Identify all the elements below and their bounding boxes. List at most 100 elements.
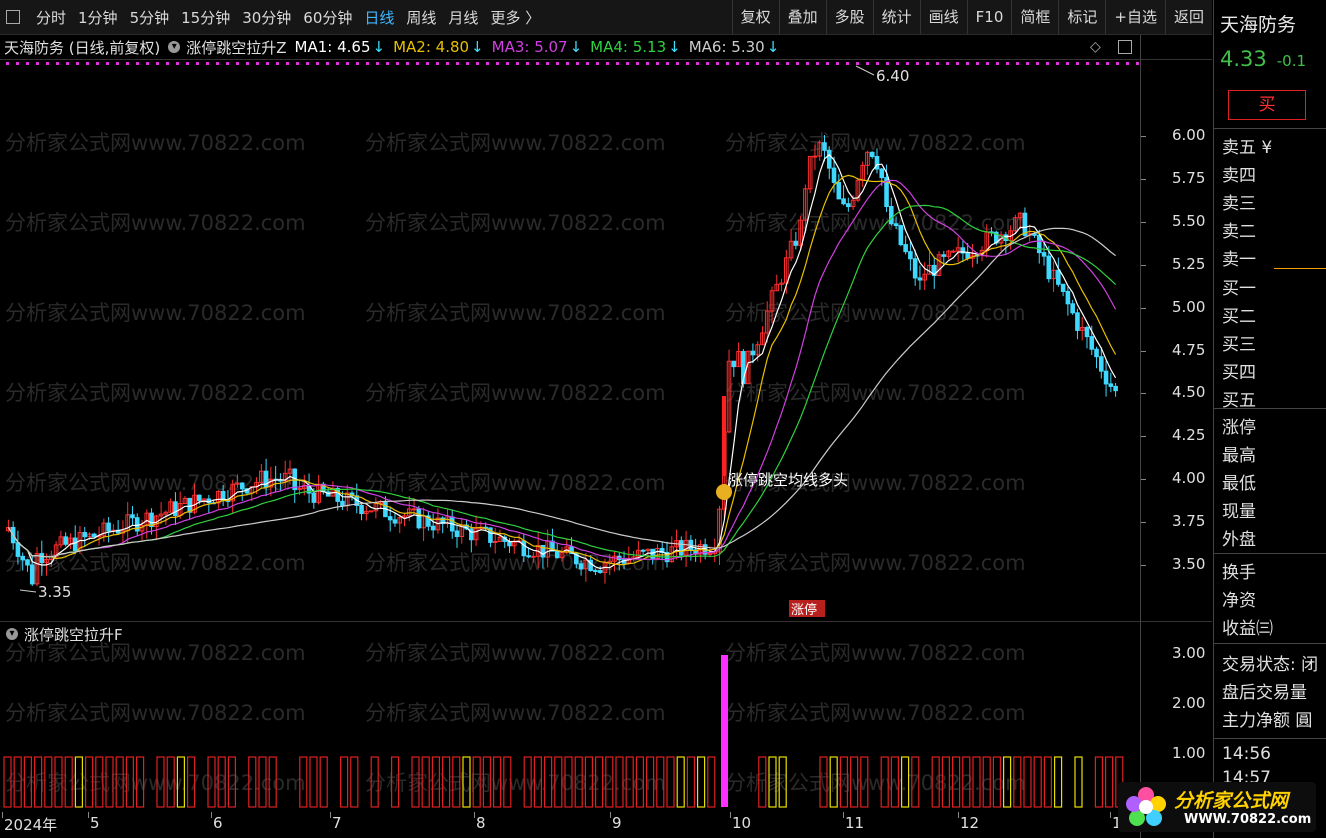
window-icon[interactable] xyxy=(1118,40,1132,54)
dotted-marker xyxy=(806,62,809,65)
tool-button-7[interactable]: 标记 xyxy=(1058,0,1105,34)
dotted-marker xyxy=(546,62,549,65)
watermark-text: 分析家公式网www.70822.com xyxy=(365,641,666,665)
tool-button-5[interactable]: F10 xyxy=(966,0,1012,34)
dotted-marker xyxy=(226,62,229,65)
dotted-marker xyxy=(816,62,819,65)
sub-y-tick-label: 3.00 xyxy=(1172,644,1206,662)
period-tab-6[interactable]: 日线 xyxy=(358,7,400,28)
dotted-marker xyxy=(766,62,769,65)
period-tab-8[interactable]: 月线 xyxy=(442,7,484,28)
sell-level-4[interactable]: 卖四 xyxy=(1222,161,1256,186)
info-row: 收益㈢ xyxy=(1222,619,1273,639)
candle-body xyxy=(387,516,393,521)
dotted-marker xyxy=(1046,62,1049,65)
period-tab-1[interactable]: 1分钟 xyxy=(72,7,124,28)
tool-button-8[interactable]: +自选 xyxy=(1105,0,1165,34)
sell-level-1[interactable]: 卖一 xyxy=(1222,245,1256,270)
dotted-marker xyxy=(956,62,959,65)
y-tick-label: 4.25 xyxy=(1172,426,1206,445)
period-tab-2[interactable]: 5分钟 xyxy=(124,7,176,28)
period-tab-9[interactable]: 更多 〉 xyxy=(484,7,546,28)
sub-bar xyxy=(1043,756,1053,808)
sell-level-3[interactable]: 卖三 xyxy=(1222,189,1256,214)
candle-body xyxy=(836,181,842,200)
period-tab-4[interactable]: 30分钟 xyxy=(236,7,297,28)
tool-button-6[interactable]: 简框 xyxy=(1011,0,1058,34)
y-tick-label: 4.75 xyxy=(1172,340,1206,359)
layout-toggle-icon[interactable] xyxy=(6,10,20,24)
stat-row: 现量 xyxy=(1222,502,1256,522)
dotted-marker xyxy=(426,62,429,65)
dotted-marker xyxy=(716,62,719,65)
buy-level-2[interactable]: 买二 xyxy=(1222,302,1256,327)
dotted-marker xyxy=(276,62,279,65)
tool-button-1[interactable]: 叠加 xyxy=(778,0,826,34)
indicator-menu-icon[interactable]: ▾ xyxy=(168,41,181,53)
tick-time: 14:56 xyxy=(1222,744,1271,764)
buy-level-3[interactable]: 买三 xyxy=(1222,330,1256,355)
candle-body xyxy=(951,250,956,253)
period-tab-3[interactable]: 15分钟 xyxy=(175,7,236,28)
dotted-marker xyxy=(356,62,359,65)
sub-bar xyxy=(1074,756,1083,808)
dotted-marker xyxy=(436,62,439,65)
candle-body xyxy=(335,487,340,502)
status-row: 盘后交易量 xyxy=(1222,683,1307,703)
dotted-marker xyxy=(186,62,189,65)
candle-body xyxy=(39,553,45,564)
watermark-text: 分析家公式网www.70822.com xyxy=(365,701,666,725)
diamond-icon[interactable]: ◇ xyxy=(1090,39,1101,55)
candle-body xyxy=(430,525,436,531)
dotted-marker xyxy=(1076,62,1079,65)
low-marker-line xyxy=(19,589,37,593)
candle-body xyxy=(359,505,364,515)
candle-body xyxy=(793,240,799,246)
limit-up-candle xyxy=(722,396,726,476)
buy-level-1[interactable]: 买一 xyxy=(1222,274,1256,299)
tool-button-9[interactable]: 返回 xyxy=(1164,0,1212,34)
candle-body xyxy=(82,532,88,538)
dotted-marker xyxy=(366,62,369,65)
candle-body xyxy=(917,277,923,281)
dotted-marker xyxy=(486,62,489,65)
dotted-marker xyxy=(476,62,479,65)
tool-button-3[interactable]: 统计 xyxy=(872,0,920,34)
candle-body xyxy=(1065,290,1071,305)
indicator-name[interactable]: 涨停跳空拉升Z xyxy=(186,37,286,58)
dotted-marker xyxy=(526,62,529,65)
info-row: 净资 xyxy=(1222,591,1256,611)
period-tab-5[interactable]: 60分钟 xyxy=(297,7,358,28)
sell-level-2[interactable]: 卖二 xyxy=(1222,217,1256,242)
tool-button-0[interactable]: 复权 xyxy=(731,0,779,34)
period-tab-0[interactable]: 分时 xyxy=(30,7,72,28)
tool-button-2[interactable]: 多股 xyxy=(825,0,873,34)
dotted-marker xyxy=(496,62,499,65)
dotted-marker xyxy=(786,62,789,65)
status-row: 主力净额 圓 xyxy=(1222,711,1313,731)
price-change: -0.1 xyxy=(1276,52,1307,70)
sub-indicator-chart[interactable]: 分析家公式网www.70822.com 分析家公式网www.70822.com 分析… xyxy=(0,623,1140,813)
buy-level-4[interactable]: 买四 xyxy=(1222,358,1256,383)
tool-button-4[interactable]: 画线 xyxy=(919,0,967,34)
dotted-marker xyxy=(326,62,329,65)
main-candlestick-chart[interactable]: 分析家公式网www.70822.com 分析家公式网www.70822.com 分析… xyxy=(0,60,1140,620)
ma-down-arrow-icon: ↓ xyxy=(372,38,386,56)
x-tick-label: 7 xyxy=(332,814,342,832)
sub-menu-icon[interactable]: ▾ xyxy=(6,628,18,640)
buy-button[interactable]: 买 xyxy=(1228,90,1306,120)
candle-body xyxy=(106,522,111,532)
candle-body xyxy=(91,533,97,538)
dotted-marker xyxy=(86,62,89,65)
candle-body xyxy=(889,206,894,225)
sell-level-5[interactable]: 卖五 ¥ xyxy=(1222,133,1272,158)
dotted-marker xyxy=(1086,62,1089,65)
watermark-text: 分析家公式网www.70822.com xyxy=(365,211,666,235)
candle-body xyxy=(1060,283,1066,292)
dotted-marker xyxy=(616,62,619,65)
dotted-marker xyxy=(836,62,839,65)
watermark-text: 分析家公式网www.70822.com xyxy=(5,701,306,725)
period-tab-7[interactable]: 周线 xyxy=(400,7,442,28)
dotted-marker xyxy=(896,62,899,65)
sub-indicator-title: ▾ 涨停跳空拉升F xyxy=(0,623,123,645)
